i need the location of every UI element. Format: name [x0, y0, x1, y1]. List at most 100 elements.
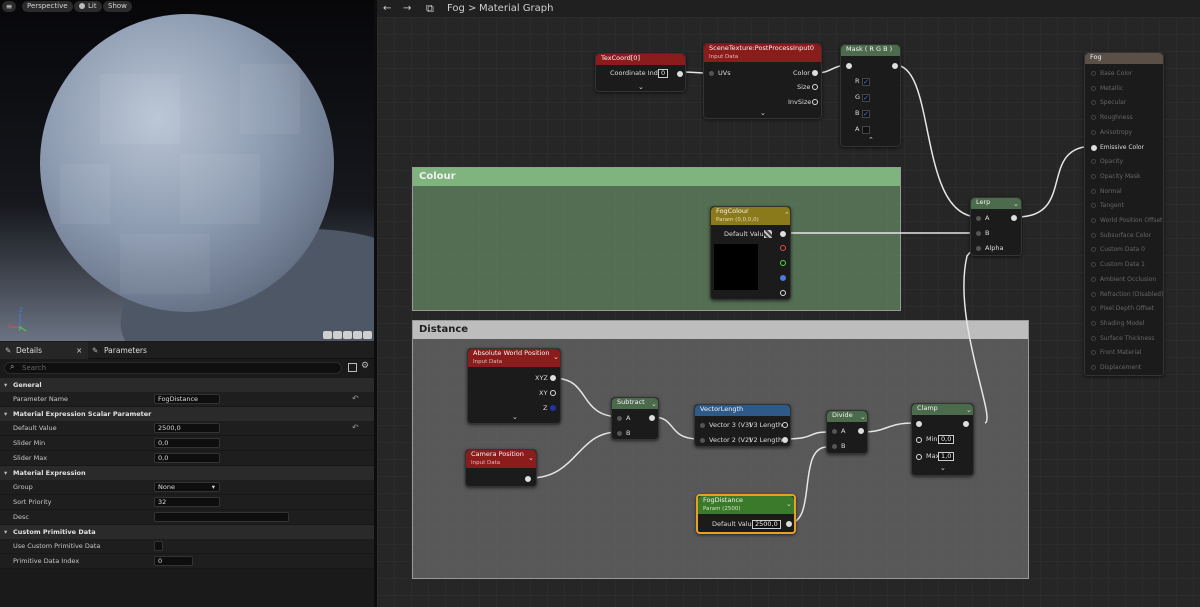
subtract-output-pin[interactable]	[649, 415, 655, 421]
mask-b-checkbox[interactable]: ✓	[862, 110, 870, 118]
section-scalar-parameter[interactable]: ▾ Material Expression Scalar Parameter	[0, 407, 374, 421]
node-clamp[interactable]: Clamp ⌄ Min 0,0 Max 1,0 ⌄	[911, 403, 974, 476]
lit-button[interactable]: Lit	[74, 1, 102, 12]
node-absolute-world-position[interactable]: Absolute World Position Input Data ⌄ XYZ…	[467, 348, 561, 424]
result-input-pin[interactable]	[1091, 173, 1096, 179]
divide-a-input-pin[interactable]	[832, 429, 837, 434]
mask-input-pin[interactable]	[846, 63, 852, 69]
result-input-pin[interactable]	[1091, 276, 1096, 282]
chevron-down-icon[interactable]: ⌄	[651, 400, 657, 408]
mesh-icon[interactable]	[363, 331, 372, 339]
fogdistance-value-field[interactable]: 2500,0	[752, 520, 781, 529]
invsize-output-pin[interactable]	[812, 99, 818, 105]
subtract-b-input-pin[interactable]	[617, 431, 622, 436]
mask-r-checkbox[interactable]: ✓	[862, 78, 870, 86]
clamp-max-input-pin[interactable]	[916, 454, 922, 460]
mask-output-pin[interactable]	[892, 63, 898, 69]
lerp-a-input-pin[interactable]	[976, 216, 981, 221]
z-output-pin[interactable]	[550, 405, 556, 411]
plane-icon[interactable]	[343, 331, 352, 339]
node-fogcolour[interactable]: FogColour Param (0,0,0,0) ⌃ Default Valu…	[710, 206, 791, 300]
result-input-pin[interactable]	[1091, 291, 1096, 297]
subtract-a-input-pin[interactable]	[617, 416, 622, 421]
node-scenetexture[interactable]: SceneTexture:PostProcessInput0 Input Dat…	[703, 43, 822, 119]
fogcolour-a-output-pin[interactable]	[780, 290, 786, 296]
color-output-pin[interactable]	[812, 70, 818, 76]
material-graph-canvas[interactable]: ← → ⧉ Fog > Material Graph Colour Distan…	[377, 0, 1200, 607]
section-general[interactable]: ▾ General	[0, 378, 374, 392]
result-input-pin[interactable]	[1091, 144, 1097, 151]
close-icon[interactable]: ×	[76, 342, 82, 359]
fogcolour-r-output-pin[interactable]	[780, 245, 786, 251]
chevron-down-icon[interactable]: ⌄	[860, 413, 866, 421]
chevron-down-icon[interactable]: ⌄	[638, 83, 644, 91]
reset-icon[interactable]: ↶	[352, 394, 359, 403]
divide-output-pin[interactable]	[858, 428, 864, 434]
uvs-input-pin[interactable]	[709, 71, 714, 76]
cylinder-icon[interactable]	[323, 331, 332, 339]
node-mask[interactable]: Mask ( R G B ) R ✓ G ✓ B ✓ A ⌃	[840, 44, 901, 147]
result-input-pin[interactable]	[1091, 100, 1096, 106]
node-vectorlength[interactable]: VectorLength Vector 3 (V3) V3 Length Vec…	[694, 404, 791, 447]
result-input-pin[interactable]	[1091, 129, 1096, 135]
mask-a-checkbox[interactable]	[862, 126, 870, 134]
section-material-expression[interactable]: ▾ Material Expression	[0, 466, 374, 480]
node-fogdistance[interactable]: FogDistance Param (2500) ⌄ Default Value…	[696, 494, 796, 534]
sphere-icon[interactable]	[333, 331, 342, 339]
chevron-down-icon[interactable]: ⌄	[940, 464, 946, 472]
chevron-up-icon[interactable]: ⌃	[868, 136, 874, 144]
result-input-pin[interactable]	[1091, 218, 1096, 223]
node-camera-position[interactable]: Camera Position Input Data ⌄	[465, 449, 537, 487]
result-input-pin[interactable]	[1091, 203, 1096, 209]
texcoord-index-field[interactable]: 0	[658, 69, 669, 78]
result-input-pin[interactable]	[1091, 320, 1096, 326]
chevron-down-icon[interactable]: ⌄	[786, 500, 792, 508]
result-input-pin[interactable]	[1091, 85, 1096, 91]
result-input-pin[interactable]	[1091, 306, 1096, 312]
fogdistance-output-pin[interactable]	[786, 521, 792, 527]
chevron-down-icon[interactable]: ⌄	[966, 406, 972, 414]
hamburger-menu-icon[interactable]: ≡	[2, 1, 16, 12]
reset-icon[interactable]: ↶	[352, 423, 359, 432]
settings-icon[interactable]: ⚙	[361, 361, 369, 371]
lerp-b-input-pin[interactable]	[976, 231, 981, 236]
section-custom-primitive[interactable]: ▾ Custom Primitive Data	[0, 525, 374, 539]
v2-length-output-pin[interactable]	[782, 437, 788, 443]
primitive-index-field[interactable]: 0	[154, 556, 193, 566]
node-divide[interactable]: Divide ⌄ A B	[826, 410, 868, 454]
result-input-pin[interactable]	[1091, 232, 1096, 238]
result-input-pin[interactable]	[1091, 159, 1096, 165]
fogcolour-rgb-output-pin[interactable]	[780, 231, 786, 237]
grid-view-icon[interactable]	[348, 363, 357, 372]
campos-output-pin[interactable]	[525, 476, 531, 482]
lerp-output-pin[interactable]	[1011, 215, 1017, 221]
chevron-down-icon[interactable]: ⌄	[553, 353, 559, 361]
clamp-min-input-pin[interactable]	[916, 437, 922, 443]
perspective-button[interactable]: Perspective	[22, 1, 73, 12]
details-search-input[interactable]: ⌕ Search	[4, 362, 342, 374]
result-input-pin[interactable]	[1091, 350, 1096, 356]
result-input-pin[interactable]	[1091, 188, 1096, 194]
group-dropdown[interactable]: None ▾	[154, 482, 220, 492]
chevron-down-icon[interactable]: ⌄	[760, 109, 766, 117]
lerp-alpha-input-pin[interactable]	[976, 246, 981, 251]
material-preview-viewport[interactable]: ≡ Perspective Lit Show Z X Y	[0, 0, 374, 341]
show-button[interactable]: Show	[103, 1, 132, 12]
clamp-output-pin[interactable]	[963, 421, 969, 427]
tab-details[interactable]: ✎ Details ×	[0, 342, 88, 359]
clamp-max-field[interactable]: 1,0	[938, 452, 955, 461]
result-input-pin[interactable]	[1091, 262, 1096, 268]
result-input-pin[interactable]	[1091, 365, 1096, 370]
color-swatch-icon[interactable]	[764, 230, 772, 238]
chevron-down-icon[interactable]: ⌄	[528, 454, 534, 462]
fogcolour-g-output-pin[interactable]	[780, 260, 786, 266]
chevron-down-icon[interactable]: ⌄	[512, 413, 518, 421]
node-material-result[interactable]: Fog Base Color Metallic Specular Roughness A…	[1084, 52, 1164, 376]
divide-b-input-pin[interactable]	[832, 444, 837, 449]
v3-length-output-pin[interactable]	[782, 422, 788, 428]
xyz-output-pin[interactable]	[550, 375, 556, 381]
default-value-field[interactable]: 2500,0	[154, 423, 220, 433]
fogcolour-b-output-pin[interactable]	[780, 275, 786, 281]
result-input-pin[interactable]	[1091, 335, 1096, 341]
clamp-min-field[interactable]: 0,0	[938, 435, 955, 444]
